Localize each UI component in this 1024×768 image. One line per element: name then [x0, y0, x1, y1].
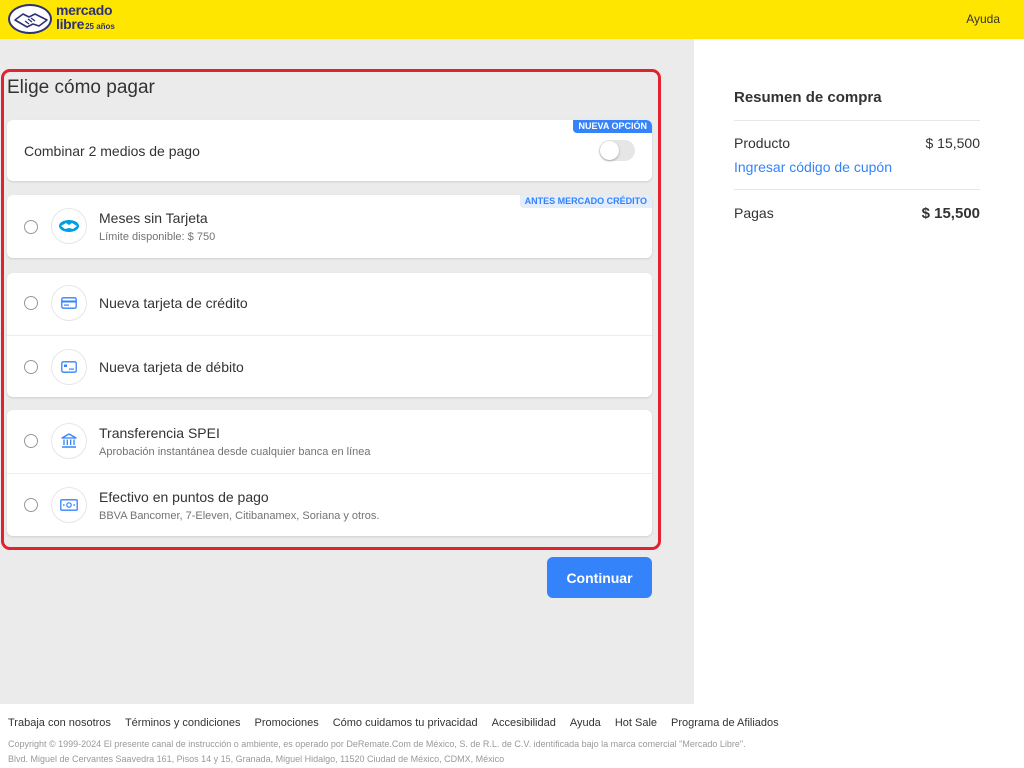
total-label: Pagas: [734, 205, 774, 221]
top-header: mercado libre25 años Ayuda: [0, 0, 1024, 39]
logo-word-libre: libre: [56, 16, 85, 32]
mercado-libre-logo[interactable]: mercado libre25 años: [8, 3, 115, 34]
payment-option-spei[interactable]: Transferencia SPEI Aprobación instantáne…: [7, 410, 652, 473]
radio-cash[interactable]: [24, 498, 38, 512]
cash-icon: [51, 487, 87, 523]
antes-mercado-credito-badge: ANTES MERCADO CRÉDITO: [519, 195, 652, 208]
bank-icon: [51, 423, 87, 459]
logo-anniversary: 25 años: [85, 22, 115, 31]
payment-option-debit-card[interactable]: Nueva tarjeta de débito: [7, 335, 652, 397]
summary-title: Resumen de compra: [734, 89, 882, 106]
card-options-group: Nueva tarjeta de crédito Nueva tarjeta d…: [7, 273, 652, 397]
mercado-pago-icon: [51, 208, 87, 244]
footer-link-promociones[interactable]: Promociones: [255, 717, 319, 729]
footer-link-terminos[interactable]: Términos y condiciones: [125, 717, 241, 729]
footer-link-hot-sale[interactable]: Hot Sale: [615, 717, 657, 729]
handshake-icon: [8, 3, 52, 34]
new-option-badge: NUEVA OPCIÓN: [573, 120, 652, 133]
footer-link-trabaja[interactable]: Trabaja con nosotros: [8, 717, 111, 729]
option-title: Transferencia SPEI: [99, 425, 220, 441]
coupon-link[interactable]: Ingresar código de cupón: [734, 159, 892, 175]
payment-option-credit-card[interactable]: Nueva tarjeta de crédito: [7, 273, 652, 335]
credit-card-icon: [51, 285, 87, 321]
page-footer: Trabaja con nosotros Términos y condicio…: [0, 704, 1024, 768]
combine-payment-label: Combinar 2 medios de pago: [24, 143, 200, 159]
logo-text: mercado libre25 años: [56, 3, 115, 34]
option-title: Meses sin Tarjeta: [99, 210, 208, 226]
combine-payment-toggle[interactable]: [599, 140, 635, 161]
radio-meses-sin-tarjeta[interactable]: [24, 220, 38, 234]
footer-link-accesibilidad[interactable]: Accesibilidad: [492, 717, 556, 729]
footer-links: Trabaja con nosotros Términos y condicio…: [8, 717, 793, 729]
footer-link-ayuda[interactable]: Ayuda: [570, 717, 601, 729]
option-title: Nueva tarjeta de crédito: [99, 295, 248, 311]
option-subtitle: Aprobación instantánea desde cualquier b…: [99, 446, 371, 458]
continue-button[interactable]: Continuar: [547, 557, 652, 598]
copyright-text: Copyright © 1999-2024 El presente canal …: [8, 739, 746, 749]
option-subtitle: BBVA Bancomer, 7-Eleven, Citibanamex, So…: [99, 510, 380, 522]
payment-option-meses-sin-tarjeta[interactable]: ANTES MERCADO CRÉDITO Meses sin Tarjeta …: [7, 195, 652, 258]
toggle-knob: [600, 141, 619, 160]
purchase-summary-panel: Resumen de compra Producto $ 15,500 Ingr…: [694, 39, 1024, 704]
radio-debit-card[interactable]: [24, 360, 38, 374]
footer-link-privacidad[interactable]: Cómo cuidamos tu privacidad: [333, 717, 478, 729]
debit-card-icon: [51, 349, 87, 385]
option-title: Efectivo en puntos de pago: [99, 489, 269, 505]
combine-payment-card: NUEVA OPCIÓN Combinar 2 medios de pago: [7, 120, 652, 181]
radio-credit-card[interactable]: [24, 296, 38, 310]
total-price: $ 15,500: [921, 205, 980, 222]
address-text: Blvd. Miguel de Cervantes Saavedra 161, …: [8, 754, 505, 764]
summary-divider: [734, 120, 980, 121]
transfer-cash-group: Transferencia SPEI Aprobación instantáne…: [7, 410, 652, 536]
footer-link-afiliados[interactable]: Programa de Afiliados: [671, 717, 779, 729]
page-title: Elige cómo pagar: [7, 77, 155, 98]
help-link[interactable]: Ayuda: [966, 12, 1000, 26]
payment-option-cash[interactable]: Efectivo en puntos de pago BBVA Bancomer…: [7, 473, 652, 536]
summary-divider: [734, 189, 980, 190]
meses-sin-tarjeta-card: ANTES MERCADO CRÉDITO Meses sin Tarjeta …: [7, 195, 652, 258]
radio-spei[interactable]: [24, 434, 38, 448]
product-label: Producto: [734, 135, 791, 151]
option-subtitle: Límite disponible: $ 750: [99, 231, 216, 243]
logo-word-mercado: mercado: [56, 2, 113, 18]
product-price: $ 15,500: [925, 135, 981, 151]
option-title: Nueva tarjeta de débito: [99, 359, 244, 375]
